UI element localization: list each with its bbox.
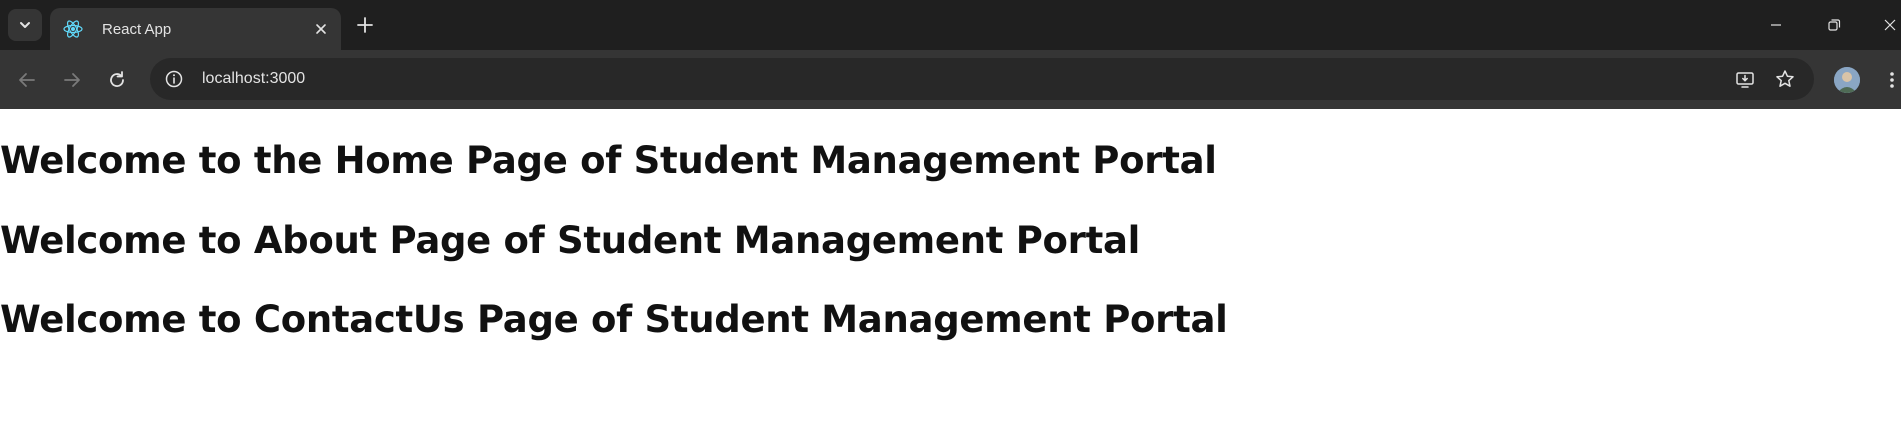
reload-button[interactable] bbox=[106, 69, 128, 91]
forward-arrow-icon bbox=[64, 73, 80, 87]
star-icon[interactable] bbox=[1774, 68, 1796, 90]
tab-react-app[interactable]: React App bbox=[50, 8, 341, 50]
window-close-button[interactable] bbox=[1882, 17, 1898, 33]
minimize-button[interactable] bbox=[1768, 17, 1784, 33]
about-heading: Welcome to About Page of Student Managem… bbox=[0, 219, 1141, 262]
tab-search-button[interactable] bbox=[8, 9, 42, 41]
home-heading: Welcome to the Home Page of Student Mana… bbox=[0, 139, 1217, 182]
more-menu-icon[interactable] bbox=[1886, 69, 1898, 91]
site-info-icon[interactable] bbox=[163, 68, 185, 90]
profile-avatar[interactable] bbox=[1834, 67, 1860, 93]
minimize-icon bbox=[1771, 24, 1781, 26]
react-icon bbox=[62, 18, 84, 40]
plus-icon bbox=[357, 17, 373, 33]
restore-icon bbox=[1828, 19, 1841, 31]
window-close-icon bbox=[1884, 19, 1896, 31]
url-text[interactable]: localhost:3000 bbox=[202, 70, 1734, 88]
back-button[interactable] bbox=[16, 69, 38, 91]
close-icon[interactable] bbox=[314, 22, 328, 36]
back-arrow-icon bbox=[19, 73, 35, 87]
tab-strip: React App bbox=[0, 0, 1901, 50]
reload-icon bbox=[110, 71, 124, 87]
tab-title: React App bbox=[102, 20, 172, 38]
restore-button[interactable] bbox=[1826, 17, 1842, 33]
new-tab-button[interactable] bbox=[355, 15, 375, 35]
address-bar[interactable]: localhost:3000 bbox=[150, 58, 1814, 100]
install-app-icon[interactable] bbox=[1734, 68, 1756, 90]
contact-heading: Welcome to ContactUs Page of Student Man… bbox=[0, 298, 1228, 341]
chevron-down-icon bbox=[20, 22, 30, 28]
browser-toolbar: localhost:3000 bbox=[0, 50, 1901, 109]
forward-button[interactable] bbox=[61, 69, 83, 91]
